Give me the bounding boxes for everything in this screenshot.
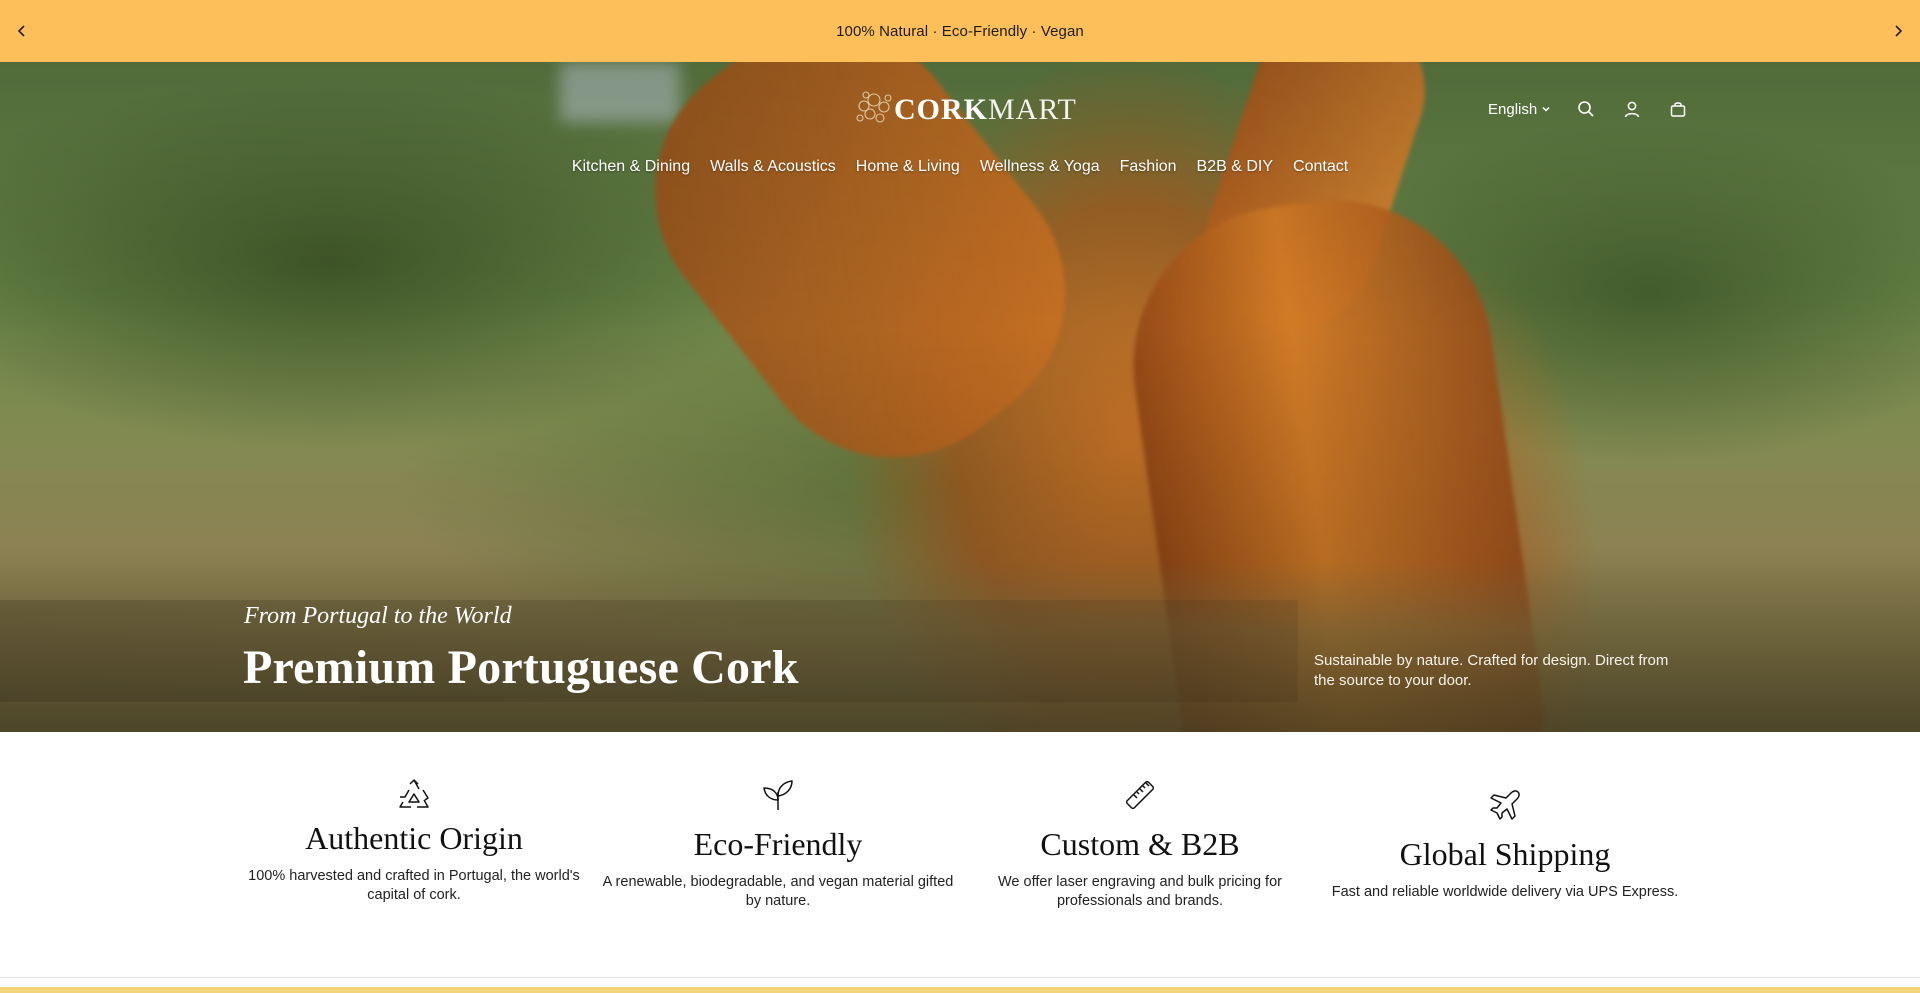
nav-item-fashion[interactable]: Fashion	[1120, 158, 1177, 176]
chevron-right-icon	[1895, 25, 1903, 37]
announcement-text: 100% Natural · Eco-Friendly · Vegan	[836, 22, 1084, 40]
announcement-bar: 100% Natural · Eco-Friendly · Vegan	[0, 0, 1920, 62]
ruler-icon	[1125, 780, 1155, 810]
feature-text: Fast and reliable worldwide delivery via…	[1331, 884, 1679, 900]
nav-item-b2b-diy[interactable]: B2B & DIY	[1197, 158, 1273, 176]
announcement-next-button[interactable]	[1876, 0, 1920, 62]
hero-banner: CORKMART English Kitchen & Dining Walls …	[0, 62, 1920, 732]
chevron-down-icon	[1542, 106, 1550, 112]
hero-kicker: From Portugal to the World	[244, 603, 512, 629]
feature-title: Global Shipping	[1399, 836, 1611, 872]
account-button[interactable]	[1621, 98, 1643, 120]
nav-item-kitchen-dining[interactable]: Kitchen & Dining	[572, 158, 690, 176]
announcement-prev-button[interactable]	[0, 0, 44, 62]
feature-custom-b2b: Custom & B2B We offer laser engraving an…	[980, 778, 1300, 911]
hero-description: Sustainable by nature. Crafted for desig…	[1314, 652, 1669, 689]
next-section-strip	[0, 987, 1920, 993]
site-logo[interactable]: CORKMART	[846, 80, 1077, 140]
feature-text: A renewable, biodegradable, and vegan ma…	[602, 874, 954, 909]
search-icon	[1578, 101, 1594, 117]
cart-button[interactable]	[1667, 98, 1689, 120]
language-selector[interactable]: English	[1488, 101, 1551, 118]
logo-wordmark: CORKMART	[894, 93, 1077, 127]
feature-title: Custom & B2B	[1040, 826, 1240, 862]
airplane-icon	[1490, 790, 1520, 820]
recycle-icon	[399, 779, 429, 808]
account-icon	[1624, 101, 1640, 118]
nav-item-walls-acoustics[interactable]: Walls & Acoustics	[710, 158, 836, 176]
feature-text: We offer laser engraving and bulk pricin…	[998, 874, 1282, 909]
feature-text: 100% harvested and crafted in Portugal, …	[248, 868, 580, 903]
feature-eco-friendly: Eco-Friendly A renewable, biodegradable,…	[598, 778, 958, 911]
chevron-left-icon	[17, 25, 25, 37]
feature-authentic-origin: Authentic Origin 100% harvested and craf…	[244, 778, 584, 905]
nav-item-wellness-yoga[interactable]: Wellness & Yoga	[980, 158, 1100, 176]
main-nav: Kitchen & Dining Walls & Acoustics Home …	[0, 158, 1920, 176]
logo-light-text: MART	[988, 93, 1077, 126]
feature-global-shipping: Global Shipping Fast and reliable worldw…	[1330, 788, 1680, 902]
nav-item-contact[interactable]: Contact	[1293, 158, 1348, 176]
sprout-icon	[763, 780, 793, 810]
feature-title: Eco-Friendly	[693, 826, 863, 862]
feature-title: Authentic Origin	[305, 820, 523, 856]
language-label: English	[1488, 100, 1538, 118]
cart-icon	[1670, 102, 1686, 117]
hero-title: Premium Portuguese Cork	[243, 641, 799, 694]
header-tools: English	[1488, 98, 1689, 120]
features-section: Authentic Origin 100% harvested and craf…	[0, 732, 1920, 978]
search-button[interactable]	[1575, 98, 1597, 120]
cork-logo-icon	[856, 91, 892, 123]
logo-bold-text: CORK	[894, 93, 988, 126]
nav-item-home-living[interactable]: Home & Living	[856, 158, 960, 176]
